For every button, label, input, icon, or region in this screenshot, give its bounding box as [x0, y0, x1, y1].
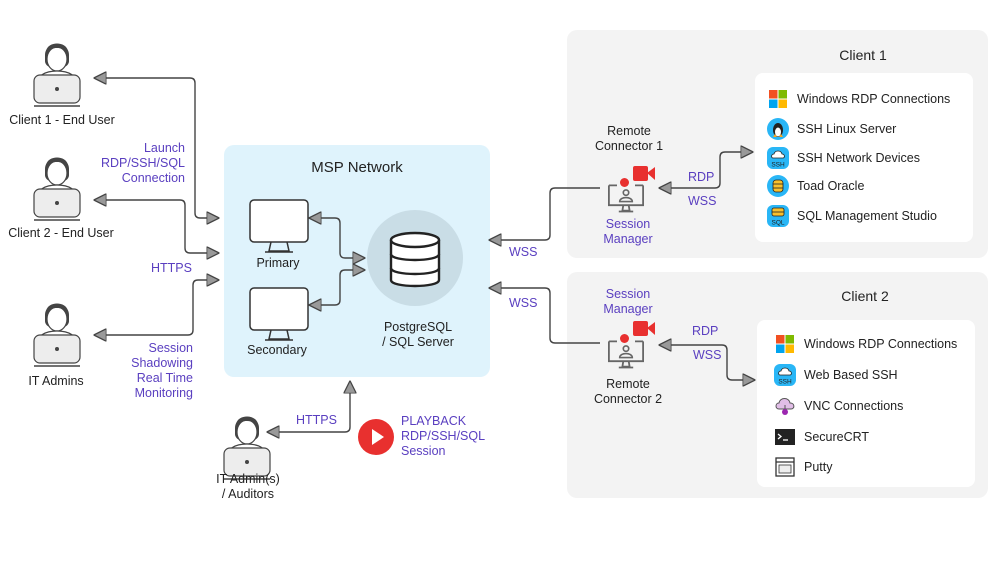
secondary-monitor-icon — [249, 287, 309, 343]
list-item-label: SecureCRT — [804, 430, 870, 444]
playback-label: PLAYBACK RDP/SSH/SQL Session — [401, 414, 485, 459]
svg-text:SQL: SQL — [771, 220, 784, 227]
status-dot2 — [620, 334, 629, 343]
list-item-label: Web Based SSH — [804, 368, 898, 382]
connector1-line2: Connector 1 — [594, 139, 664, 153]
list-item-label: Toad Oracle — [797, 179, 865, 193]
client1-title: Client 1 — [839, 47, 887, 63]
arrow-wss1 — [490, 187, 600, 240]
camera2-icon — [633, 321, 655, 336]
svg-text:SSH: SSH — [778, 379, 792, 386]
vnc-icon — [775, 398, 795, 415]
user-client1-icon — [32, 37, 82, 107]
database-line1: PostgreSQL — [383, 320, 453, 334]
shadowing-line2: Shadowing — [131, 356, 193, 370]
linux-icon — [767, 118, 789, 140]
user-itadmins-label: IT Admins — [28, 374, 84, 388]
auditor-label: IT Admin(s) / Auditors — [216, 472, 280, 502]
ssh-cloud-icon: SSH — [774, 364, 796, 386]
primary-label: Primary — [256, 256, 300, 270]
list-item-label: SSH Linux Server — [797, 122, 897, 136]
play-icon[interactable] — [358, 419, 394, 455]
list-item: SSH SSH Network Devices — [767, 147, 920, 169]
auditor-icon — [222, 410, 272, 480]
list-item: SSH Linux Server — [767, 118, 896, 140]
wss2-label: WSS — [509, 296, 538, 310]
auditor-line1: IT Admin(s) — [216, 472, 280, 486]
https-left-label: HTTPS — [151, 261, 192, 275]
camera1-icon — [633, 166, 655, 181]
list-item-label: Windows RDP Connections — [804, 337, 958, 351]
list-item: Windows RDP Connections — [767, 88, 950, 110]
ssh-cloud-icon: SSH — [767, 147, 789, 169]
list-item: VNC Connections — [774, 395, 903, 417]
playback-line2: RDP/SSH/SQL — [401, 429, 486, 443]
connector2-line2: Connector 2 — [593, 392, 663, 406]
windows-icon — [769, 90, 787, 108]
list-item-label: Windows RDP Connections — [797, 92, 951, 106]
user-client1-label: Client 1 - End User — [9, 113, 115, 127]
wss1-label: WSS — [509, 245, 538, 259]
shadowing-line3: Real Time — [136, 371, 193, 385]
windows-icon — [776, 335, 794, 353]
list-item-label: VNC Connections — [804, 399, 904, 413]
list-item: Windows RDP Connections — [774, 333, 957, 355]
sm2-line2: Manager — [603, 302, 653, 316]
sm2-line1: Session — [605, 287, 651, 301]
svg-text:SSH: SSH — [771, 162, 785, 169]
shadowing-line4: Monitoring — [134, 386, 193, 400]
launch-label: Launch RDP/SSH/SQL Connection — [101, 141, 185, 186]
arrow-secondary-db — [310, 270, 364, 305]
wss2b-label: WSS — [693, 348, 722, 362]
shadowing-label: Session Shadowing Real Time Monitoring — [131, 341, 193, 401]
sm1-line1: Session — [605, 217, 651, 231]
arrow-wss2 — [490, 288, 600, 344]
connector1-line1: Remote — [607, 124, 651, 138]
client2-title: Client 2 — [841, 288, 889, 304]
auditor-line2: / Auditors — [221, 487, 275, 501]
playback-line3: Session — [401, 444, 446, 458]
list-item-label: SQL Management Studio — [797, 209, 937, 223]
connector1-title: Remote Connector 1 — [595, 124, 663, 154]
list-item: Putty — [774, 456, 833, 478]
connector2-title: Remote Connector 2 — [594, 377, 662, 407]
playback-line1: PLAYBACK — [401, 414, 467, 428]
putty-icon — [775, 457, 795, 477]
user-client2-icon — [32, 151, 82, 221]
database-icon — [767, 175, 789, 197]
rdp2-label: RDP — [692, 324, 719, 338]
launch-line1: Launch — [143, 141, 185, 155]
database-label: PostgreSQL / SQL Server — [382, 320, 454, 350]
status-dot1 — [620, 178, 629, 187]
session-manager1-label: Session Manager — [603, 217, 652, 247]
list-item: Toad Oracle — [767, 175, 864, 197]
session-manager2-label: Session Manager — [603, 287, 652, 317]
secondary-label: Secondary — [247, 343, 307, 357]
database-server-icon — [367, 210, 463, 306]
arrow-itadmins — [95, 280, 218, 335]
list-item: SecureCRT — [774, 426, 869, 448]
primary-monitor-icon — [249, 199, 309, 255]
wss1b-label: WSS — [688, 194, 717, 208]
terminal-icon — [775, 429, 795, 445]
list-item-label: SSH Network Devices — [797, 151, 920, 165]
list-item-label: Putty — [804, 460, 833, 474]
https-bottom-label: HTTPS — [296, 413, 337, 427]
sm1-line2: Manager — [603, 232, 653, 246]
launch-line3: Connection — [121, 171, 185, 185]
user-client2-label: Client 2 - End User — [8, 226, 114, 240]
user-itadmins-icon — [32, 297, 82, 367]
connector2-line1: Remote — [606, 377, 650, 391]
shadowing-line1: Session — [148, 341, 193, 355]
launch-line2: RDP/SSH/SQL — [100, 156, 185, 170]
msp-title: MSP Network — [311, 159, 403, 176]
list-item: SQL SQL Management Studio — [767, 205, 937, 227]
rdp1-label: RDP — [688, 170, 715, 184]
database-line2: / SQL Server — [382, 335, 454, 349]
arrow-primary-db — [310, 218, 364, 258]
sql-icon: SQL — [767, 205, 789, 227]
list-item: SSH Web Based SSH — [774, 364, 898, 386]
